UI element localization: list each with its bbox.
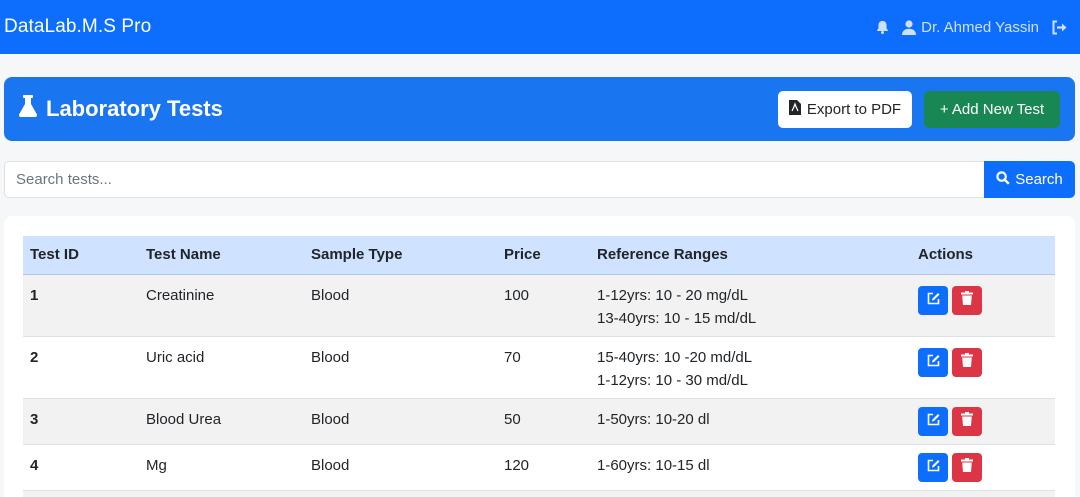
reference-range-line: 1-50yrs: 10-20 dl <box>597 410 710 428</box>
sample-type-cell: Blood <box>304 274 497 337</box>
reference-range-line: 1-60yrs: 10-15 dl <box>597 456 710 474</box>
table-row <box>23 490 1055 497</box>
reference-ranges-cell: 1-50yrs: 10-20 dl <box>590 398 911 445</box>
top-navbar: DataLab.M.S Pro Dr. Ahmed Yassin <box>0 0 1080 54</box>
test-id-cell: 1 <box>23 274 139 337</box>
column-header-sample-type[interactable]: Sample Type <box>304 236 497 275</box>
test-name-cell: Creatinine <box>139 274 304 337</box>
table-row-partial <box>23 490 1055 497</box>
page-title: Laboratory Tests <box>18 95 223 123</box>
bell-icon[interactable] <box>875 19 890 35</box>
test-name-cell: Mg <box>139 444 304 491</box>
price-cell: 120 <box>497 444 590 491</box>
test-id-cell: 2 <box>23 336 139 399</box>
table-row: 1 Creatinine Blood 100 1-12yrs: 10 - 20 … <box>23 274 1055 337</box>
column-header-actions: Actions <box>911 236 1055 275</box>
file-pdf-icon <box>788 100 801 119</box>
add-new-test-label: + Add New Test <box>939 101 1045 118</box>
test-name-cell: Uric acid <box>139 336 304 399</box>
trash-icon <box>961 291 973 309</box>
test-name-cell: Blood Urea <box>139 398 304 445</box>
export-pdf-label: Export to PDF <box>806 101 902 118</box>
trash-icon <box>961 412 973 430</box>
user-icon <box>902 19 917 35</box>
price-cell: 50 <box>497 398 590 445</box>
edit-button[interactable] <box>918 406 948 436</box>
column-header-test-id[interactable]: Test ID <box>23 236 139 275</box>
flask-icon <box>18 95 38 123</box>
user-menu[interactable]: Dr. Ahmed Yassin <box>902 19 1039 36</box>
table-row: 2 Uric acid Blood 70 15-40yrs: 10 -20 md… <box>23 336 1055 399</box>
edit-button[interactable] <box>918 452 948 482</box>
edit-icon <box>927 292 940 309</box>
price-cell: 100 <box>497 274 590 337</box>
app-brand[interactable]: DataLab.M.S Pro <box>4 16 151 38</box>
search-input[interactable] <box>4 161 984 198</box>
actions-cell <box>911 274 1055 337</box>
edit-icon <box>927 354 940 371</box>
reference-range-line: 13-40yrs: 10 - 15 md/dL <box>597 309 757 327</box>
add-new-test-button[interactable]: + Add New Test <box>924 91 1060 128</box>
reference-range-line: 1-12yrs: 10 - 30 md/dL <box>597 371 748 389</box>
price-cell: 70 <box>497 336 590 399</box>
reference-range-line: 1-12yrs: 10 - 20 mg/dL <box>597 286 748 304</box>
actions-cell <box>911 398 1055 445</box>
edit-icon <box>927 459 940 476</box>
test-id-cell: 3 <box>23 398 139 445</box>
delete-button[interactable] <box>952 347 982 377</box>
edit-button[interactable] <box>918 285 948 315</box>
table-header-row: Test ID Test Name Sample Type Price Refe… <box>23 236 1055 275</box>
navbar-actions: Dr. Ahmed Yassin <box>875 0 1068 54</box>
search-icon <box>996 170 1010 189</box>
trash-icon <box>961 458 973 476</box>
edit-button[interactable] <box>918 347 948 377</box>
sample-type-cell: Blood <box>304 398 497 445</box>
reference-ranges-cell: 1-60yrs: 10-15 dl <box>590 444 911 491</box>
column-header-test-name[interactable]: Test Name <box>139 236 304 275</box>
tests-table-card: Test ID Test Name Sample Type Price Refe… <box>4 216 1075 497</box>
search-button-label: Search <box>1015 171 1063 188</box>
reference-range-line: 15-40yrs: 10 -20 md/dL <box>597 348 753 366</box>
sample-type-cell: Blood <box>304 444 497 491</box>
reference-ranges-cell: 1-12yrs: 10 - 20 mg/dL 13-40yrs: 10 - 15… <box>590 274 911 337</box>
column-header-price[interactable]: Price <box>497 236 590 275</box>
delete-button[interactable] <box>952 452 982 482</box>
tests-table: Test ID Test Name Sample Type Price Refe… <box>23 236 1055 497</box>
search-button[interactable]: Search <box>984 161 1075 198</box>
table-row: 3 Blood Urea Blood 50 1-50yrs: 10-20 dl <box>23 398 1055 445</box>
actions-cell <box>911 444 1055 491</box>
edit-icon <box>927 413 940 430</box>
sign-out-icon[interactable] <box>1051 20 1068 35</box>
page-title-text: Laboratory Tests <box>46 96 223 121</box>
column-header-reference-ranges[interactable]: Reference Ranges <box>590 236 911 275</box>
export-pdf-button[interactable]: Export to PDF <box>778 91 912 128</box>
sample-type-cell: Blood <box>304 336 497 399</box>
search-bar: Search <box>4 161 1075 198</box>
delete-button[interactable] <box>952 406 982 436</box>
trash-icon <box>961 353 973 371</box>
actions-cell <box>911 336 1055 399</box>
test-id-cell: 4 <box>23 444 139 491</box>
table-row: 4 Mg Blood 120 1-60yrs: 10-15 dl <box>23 444 1055 491</box>
delete-button[interactable] <box>952 285 982 315</box>
user-name: Dr. Ahmed Yassin <box>921 18 1039 36</box>
reference-ranges-cell: 15-40yrs: 10 -20 md/dL 1-12yrs: 10 - 30 … <box>590 336 911 399</box>
page-header-card: Laboratory Tests Export to PDF + Add New… <box>4 77 1075 141</box>
